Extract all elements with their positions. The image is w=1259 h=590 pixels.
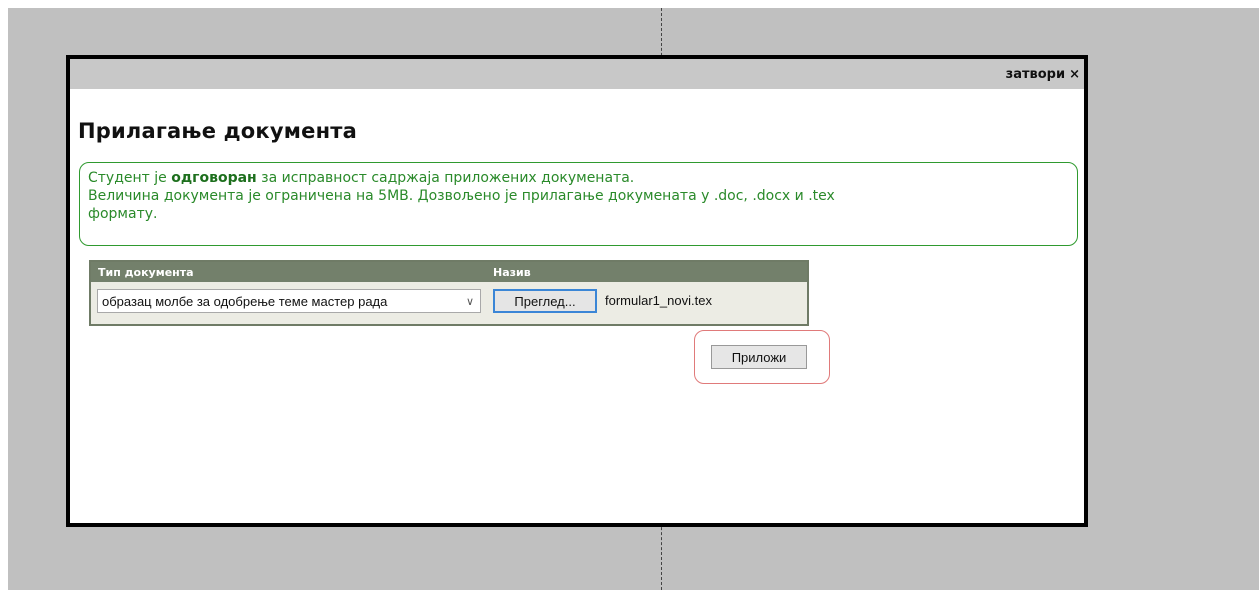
browse-button[interactable]: Преглед... xyxy=(493,289,597,313)
page-title: Прилагање документа xyxy=(78,119,358,143)
document-table: Тип документа Назив образац молбе за одо… xyxy=(89,260,809,326)
close-label: затвори xyxy=(1005,66,1066,82)
info-notice: Студент је одговоран за исправност садрж… xyxy=(79,162,1078,246)
attach-document-modal: затвори × Прилагање документа Студент је… xyxy=(66,55,1088,527)
document-row: образац молбе за одобрење теме мастер ра… xyxy=(91,282,807,322)
notice-line-3: формату. xyxy=(88,206,158,222)
notice-emphasis: одговоран xyxy=(171,170,257,186)
close-icon: × xyxy=(1069,66,1080,82)
document-table-header: Тип документа Назив xyxy=(91,262,807,282)
document-type-select[interactable]: образац молбе за одобрење теме мастер ра… xyxy=(97,289,481,313)
attach-button[interactable]: Приложи xyxy=(711,345,807,369)
header-name: Назив xyxy=(493,266,531,279)
notice-line-2: Величина документа је ограничена на 5MB.… xyxy=(88,188,835,204)
chevron-down-icon: ∨ xyxy=(465,295,474,308)
notice-text: Студент је xyxy=(88,170,172,186)
document-type-value: образац молбе за одобрење теме мастер ра… xyxy=(102,293,388,309)
selected-file-name: formular1_novi.tex xyxy=(605,293,712,308)
notice-line-1: Студент је одговоран за исправност садрж… xyxy=(88,169,1069,187)
close-button[interactable]: затвори × xyxy=(1006,67,1080,82)
modal-titlebar: затвори × xyxy=(70,59,1084,89)
header-document-type: Тип документа xyxy=(98,266,194,279)
notice-text: за исправност садржаја приложених докуме… xyxy=(256,170,635,186)
